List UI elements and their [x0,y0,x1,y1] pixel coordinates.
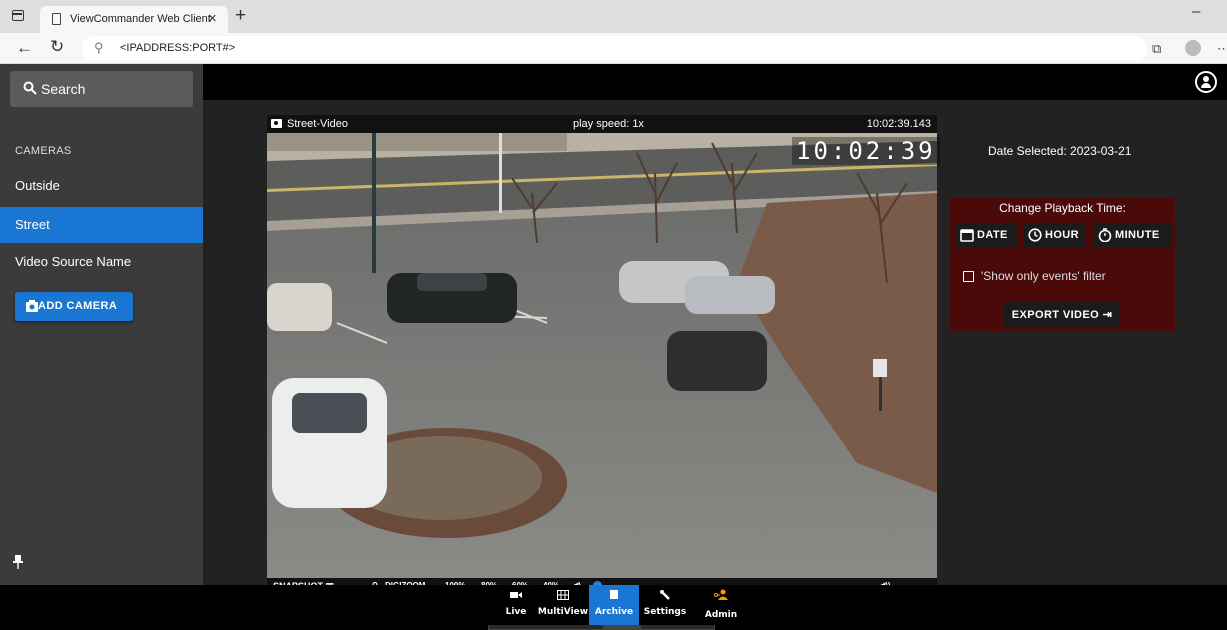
bottom-nav: Live MultiView Archive Settings Admin [0,585,1227,625]
nav-live[interactable]: Live [502,585,530,625]
more-menu-icon[interactable]: ⋯ [1217,41,1227,57]
date-selected: Date Selected: 2023-03-21 [988,144,1132,158]
add-camera-icon [26,300,38,312]
parking-lot-scene [267,133,937,578]
search-icon [23,81,37,95]
new-tab-icon[interactable]: + [235,5,246,27]
grid-icon [557,590,569,600]
page-icon [52,13,61,25]
wrench-icon [660,590,670,600]
back-arrow-icon[interactable]: ← [16,38,33,58]
date-button-label: DATE [977,229,1008,241]
top-strip [203,64,1227,100]
nav-multiview-label: MultiView [537,607,589,617]
export-video-label: EXPORT VIDEO [1011,309,1100,321]
address-bar: ← ↻ ⚲ <IPADDRESS:PORT#> ⧉ ⋯ [0,33,1227,64]
reload-icon[interactable]: ↻ [50,37,64,57]
app-root: Search CAMERAS Outside Street Video Sour… [0,64,1227,630]
video-camera-icon [510,592,522,598]
nav-live-label: Live [505,607,527,617]
calendar-icon [960,229,974,242]
video-title-bar: Street-Video play speed: 1x 10:02:39.143 [267,115,937,133]
events-filter-checkbox[interactable] [963,271,974,282]
camera-search[interactable]: Search [10,71,193,107]
sidebar-item-video-source[interactable]: Video Source Name [0,244,203,280]
nav-settings-label: Settings [643,607,687,617]
video-camera-name: Street-Video [287,118,348,130]
cameras-heading: CAMERAS [15,145,72,157]
add-camera-button[interactable]: ADD CAMERA [15,292,133,321]
tab-actions-icon[interactable] [12,10,24,21]
export-icon: ⇥ [1102,309,1113,321]
minute-button[interactable]: MINUTE [1093,223,1171,247]
hour-button-label: HOUR [1045,229,1079,241]
nav-settings[interactable]: Settings [643,585,687,625]
hour-button[interactable]: HOUR [1023,223,1086,247]
pin-icon[interactable] [13,555,23,569]
browser-profile-icon[interactable] [1185,40,1201,56]
minimize-window-icon[interactable]: – [1192,3,1200,20]
add-camera-label: ADD CAMERA [38,300,118,312]
url-search-icon: ⚲ [94,40,104,55]
nav-admin-label: Admin [704,610,738,620]
timestamp-overlay: 10:02:39 [792,137,940,165]
sidebar: Search CAMERAS Outside Street Video Sour… [0,64,203,585]
camera-icon [271,119,282,128]
admin-user-icon [714,589,728,600]
url-field[interactable]: ⚲ <IPADDRESS:PORT#> [82,36,1147,61]
nav-archive-label: Archive [594,607,634,617]
nav-admin[interactable]: Admin [704,585,738,625]
archive-icon [610,590,618,599]
export-video-button[interactable]: EXPORT VIDEO ⇥ [1004,302,1120,328]
tab-title: ViewCommander Web Client [70,13,211,25]
change-playback-title: Change Playback Time: [999,201,1126,215]
search-label: Search [41,81,86,97]
date-button[interactable]: DATE [955,223,1017,247]
video-time: 10:02:39.143 [866,118,931,130]
url-text: <IPADDRESS:PORT#> [120,42,236,54]
nav-archive[interactable]: Archive [589,585,639,625]
timer-icon [1098,228,1112,242]
browser-tab-bar: ViewCommander Web Client × + – [0,0,1227,33]
change-playback-panel: Change Playback Time: DATE HOUR MINUTE '… [950,198,1175,331]
close-tab-icon[interactable]: × [208,10,217,27]
play-speed: play speed: 1x [573,118,644,130]
sidebar-item-street[interactable]: Street [0,207,203,243]
clock-icon [1028,228,1042,242]
minute-button-label: MINUTE [1115,229,1160,241]
nav-multiview[interactable]: MultiView [537,585,589,625]
browser-tab[interactable]: ViewCommander Web Client × [40,6,228,33]
account-icon[interactable] [1195,71,1217,93]
sidebar-item-outside[interactable]: Outside [0,168,203,204]
events-filter-label: 'Show only events' filter [981,269,1106,283]
video-frame[interactable] [267,133,937,578]
extensions-icon[interactable]: ⧉ [1152,41,1161,57]
